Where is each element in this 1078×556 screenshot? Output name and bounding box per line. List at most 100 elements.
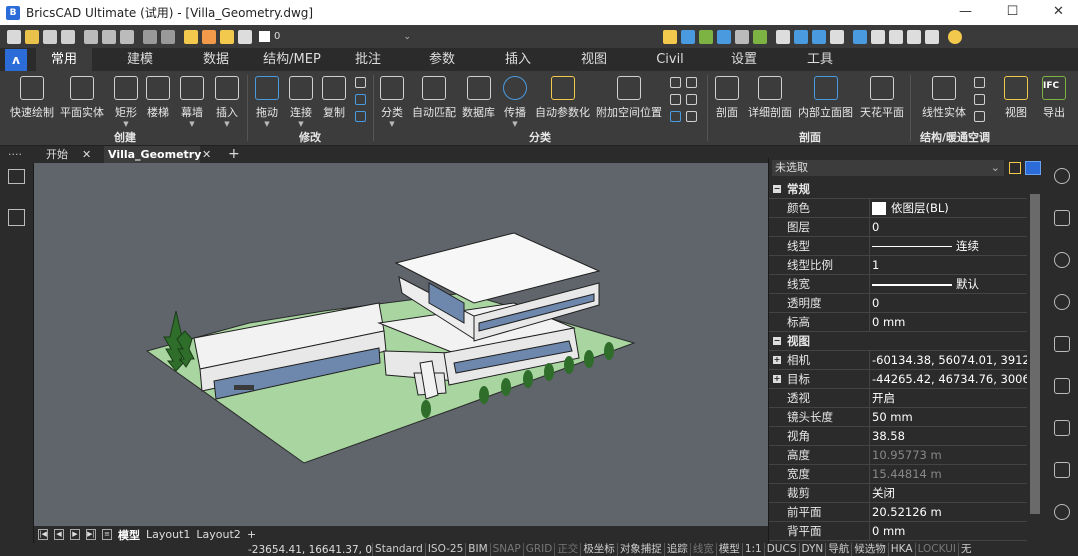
layer-tool-icon[interactable] <box>681 29 695 44</box>
auto-match-button[interactable]: 自动匹配 <box>412 76 456 120</box>
next-layout-button[interactable]: ▶ <box>70 529 80 540</box>
render-icon[interactable] <box>1054 252 1070 268</box>
home-icon[interactable] <box>8 169 25 184</box>
prop-row[interactable]: 透视 开启 <box>769 389 1027 408</box>
layout-icon[interactable] <box>925 29 939 44</box>
tab-villa-geometry[interactable]: Villa_Geometry <box>104 146 201 163</box>
beam-icon[interactable] <box>974 77 985 88</box>
new-tab-button[interactable]: + <box>228 146 240 163</box>
settings-icon[interactable] <box>871 29 885 44</box>
first-layout-button[interactable]: |◀ <box>38 529 48 540</box>
layer-isolate-icon[interactable] <box>735 29 749 44</box>
propagate-button[interactable]: 传播 ▼ <box>503 76 527 128</box>
tab-settings[interactable]: 设置 <box>716 48 772 71</box>
dimension-icon[interactable] <box>1054 378 1070 394</box>
status-lockui[interactable]: LOCKUI <box>914 543 958 556</box>
layout-list-button[interactable]: ≡ <box>102 529 112 540</box>
tab-modeling[interactable]: 建模 <box>112 48 168 71</box>
interior-elevation-button[interactable]: 内部立面图 <box>798 76 853 120</box>
undo-icon[interactable] <box>143 29 157 44</box>
view-button[interactable]: 视图 <box>1004 76 1028 120</box>
status-nav[interactable]: 导航 <box>825 543 851 556</box>
status-hka[interactable]: HKA <box>887 543 915 556</box>
prop-row[interactable]: 线型比例 1 <box>769 256 1027 275</box>
quick-select-icon[interactable] <box>1025 161 1041 175</box>
prop-row[interactable]: + 目标 -44265.42, 46734.76, 30067.07 <box>769 370 1027 389</box>
redo-icon[interactable] <box>161 29 175 44</box>
duct-icon[interactable] <box>974 111 985 122</box>
quick-draw-button[interactable]: 快速绘制 <box>10 76 54 120</box>
tab-model[interactable]: 模型 <box>118 527 140 543</box>
tab-structure-mep[interactable]: 结构/MEP <box>252 48 332 71</box>
classify-button[interactable]: 分类 ▼ <box>380 76 404 128</box>
tab-home[interactable]: 常用 <box>36 48 92 71</box>
export-button[interactable]: IFC 导出 <box>1042 76 1066 120</box>
drag-button[interactable]: 拖动 ▼ <box>255 76 279 128</box>
mirror-icon[interactable] <box>355 77 366 88</box>
hidden-icon[interactable] <box>830 29 844 44</box>
model-viewport[interactable] <box>34 163 768 526</box>
prop-row[interactable]: 线宽 默认 <box>769 275 1027 294</box>
status-iso25[interactable]: ISO-25 <box>424 543 465 556</box>
database-button[interactable]: 数据库 <box>462 76 495 120</box>
prop-row[interactable]: 图层 0 <box>769 218 1027 237</box>
stack-icon[interactable] <box>1054 420 1070 436</box>
status-model[interactable]: 模型 <box>715 543 742 556</box>
grid-tool-icon[interactable] <box>670 77 681 88</box>
copy-button[interactable]: 复制 <box>322 76 346 120</box>
settings-sliders-icon[interactable] <box>1054 210 1070 226</box>
prop-row[interactable]: + 相机 -60134.38, 56074.01, 39126.68 <box>769 351 1027 370</box>
tab-view[interactable]: 视图 <box>566 48 622 71</box>
tab-tools[interactable]: 工具 <box>792 48 848 71</box>
linear-solid-button[interactable]: 线性实体 <box>922 76 966 120</box>
drawing-explorer-icon[interactable] <box>889 29 903 44</box>
tab-parametric[interactable]: 参数 <box>414 48 470 71</box>
prop-row[interactable]: 颜色 依图层(BL) <box>769 199 1027 218</box>
section-button[interactable]: 剖面 <box>715 76 739 120</box>
new-file-icon[interactable] <box>7 29 21 44</box>
stair-button[interactable]: 楼梯 <box>146 76 170 120</box>
prev-layout-button[interactable]: ◀ <box>54 529 64 540</box>
connect-button[interactable]: 连接 ▼ <box>289 76 313 128</box>
layer-dropdown[interactable]: 0 ⌄ <box>257 29 413 44</box>
prop-row[interactable]: 镜头长度 50 mm <box>769 408 1027 427</box>
layer-lock-icon[interactable] <box>220 29 234 44</box>
last-layout-button[interactable]: ▶| <box>86 529 96 540</box>
layer-state-icon[interactable] <box>699 29 713 44</box>
rotate-icon[interactable] <box>355 94 366 105</box>
ceiling-plan-button[interactable]: 天花平面 <box>860 76 904 120</box>
layer-on-icon[interactable] <box>184 29 198 44</box>
status-snap[interactable]: SNAP <box>489 543 523 556</box>
space-tool-icon[interactable] <box>670 94 681 105</box>
prop-row[interactable]: 透明度 0 <box>769 294 1027 313</box>
tab-layout1[interactable]: Layout1 <box>146 528 190 541</box>
detail-section-button[interactable]: 详细剖面 <box>748 76 792 120</box>
more-icon[interactable]: ···· <box>8 146 22 163</box>
structure-tree-icon[interactable] <box>8 209 25 226</box>
prop-row[interactable]: 高度 10.95773 m <box>769 446 1027 465</box>
selection-dropdown[interactable]: 未选取 ⌄ <box>772 160 1004 176</box>
prop-row[interactable]: 线型 连续 <box>769 237 1027 256</box>
prop-row[interactable]: 背平面 0 mm <box>769 522 1027 541</box>
scrollbar-thumb[interactable] <box>1030 194 1040 514</box>
tab-annotate[interactable]: 批注 <box>340 48 396 71</box>
prop-row[interactable]: 视角 38.58 <box>769 427 1027 446</box>
shaded-icon[interactable] <box>794 29 808 44</box>
sound-icon[interactable] <box>1054 294 1070 310</box>
print-preview-icon[interactable] <box>102 29 116 44</box>
section-view[interactable]: − 视图 <box>769 332 1027 351</box>
tab-start[interactable]: 开始 <box>46 146 68 163</box>
status-grid[interactable]: GRID <box>522 543 555 556</box>
status-scale[interactable]: 1:1 <box>741 543 764 556</box>
bim-tool-icon[interactable] <box>670 111 681 122</box>
layer-freeze-icon[interactable] <box>202 29 216 44</box>
expand-icon[interactable]: + <box>773 375 781 383</box>
prop-row[interactable]: 裁剪 关闭 <box>769 484 1027 503</box>
help-icon[interactable] <box>948 29 962 44</box>
status-lineweight[interactable]: 线宽 <box>689 543 716 556</box>
maximize-button[interactable]: ☐ <box>990 0 1035 25</box>
publish-icon[interactable] <box>120 29 134 44</box>
bim-tool-icon[interactable] <box>686 111 697 122</box>
status-ducs[interactable]: DUCS <box>763 543 799 556</box>
curtain-wall-button[interactable]: 幕墙 ▼ <box>180 76 204 128</box>
